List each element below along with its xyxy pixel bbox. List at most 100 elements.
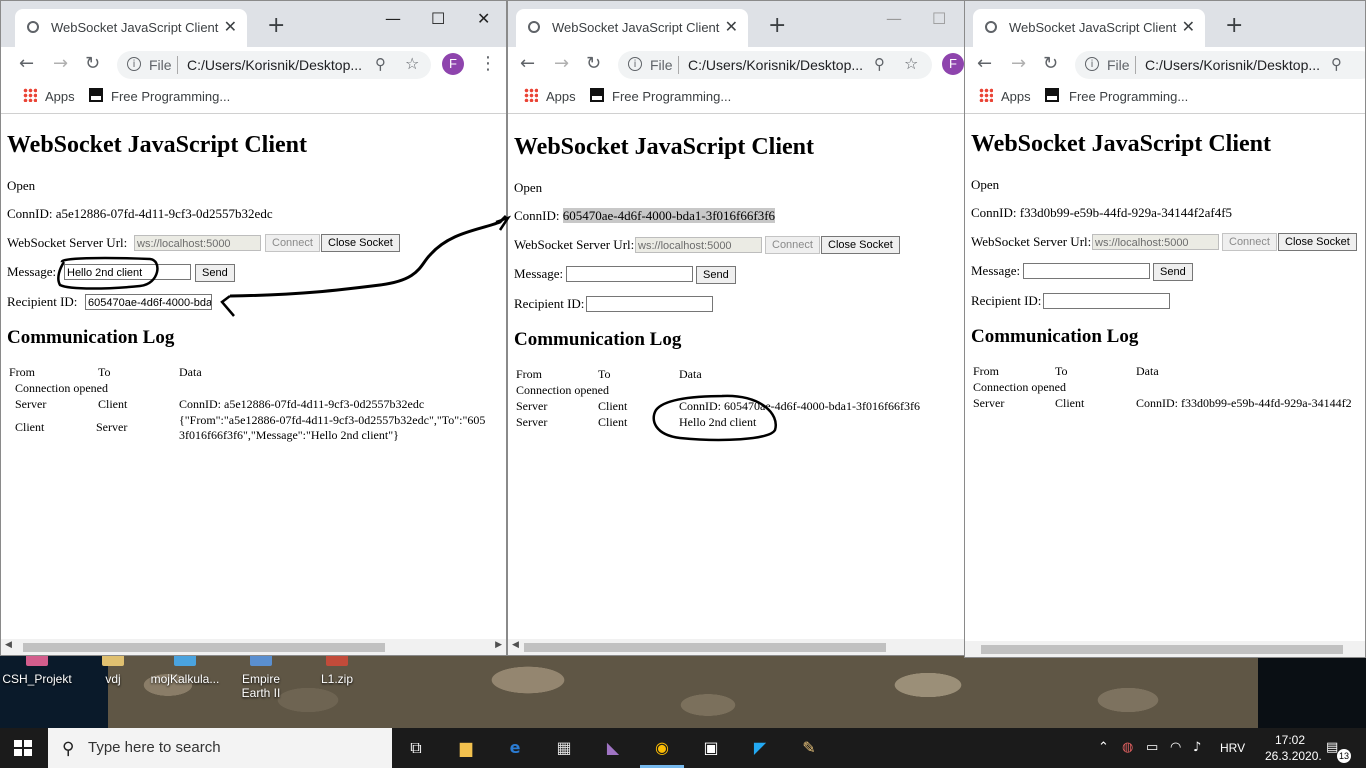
volume-icon[interactable]: ♪ (1193, 740, 1201, 755)
connect-button[interactable]: Connect (765, 236, 820, 254)
desktop-icon-l1-zip[interactable]: L1.zip (302, 652, 372, 686)
system-clock[interactable]: 17:02 26.3.2020. (1265, 732, 1322, 764)
profile-avatar[interactable]: F (942, 53, 964, 75)
scrollbar-thumb[interactable] (23, 643, 385, 652)
language-indicator[interactable]: HRV (1220, 741, 1245, 755)
info-icon[interactable]: i (1085, 57, 1099, 71)
vs-code-icon[interactable]: ◤ (748, 736, 772, 760)
scroll-left-icon[interactable]: ◀ (512, 640, 519, 650)
minimize-icon[interactable]: — (886, 9, 902, 28)
battery-icon[interactable]: ▭ (1146, 740, 1158, 755)
server-url-input[interactable]: ws://localhost:5000 (1092, 234, 1219, 250)
visual-studio-icon[interactable]: ◣ (601, 736, 625, 760)
close-socket-button[interactable]: Close Socket (821, 236, 900, 254)
server-url-input[interactable]: ws://localhost:5000 (134, 235, 261, 251)
scroll-left-icon[interactable]: ◀ (5, 640, 12, 650)
profile-avatar[interactable]: F (442, 53, 464, 75)
message-input[interactable]: Hello 2nd client (64, 264, 191, 280)
zoom-icon[interactable]: ⚲ (874, 55, 885, 73)
zoom-icon[interactable]: ⚲ (375, 55, 386, 73)
browser-tab[interactable]: WebSocket JavaScript Client ✕ (15, 9, 247, 47)
desktop-icon-mojkalkula[interactable]: mojKalkula... (150, 652, 220, 686)
zoom-icon[interactable]: ⚲ (1331, 55, 1342, 73)
bookmark-free-programming[interactable]: Free Programming... (612, 89, 731, 104)
recipient-input[interactable]: 605470ae-4d6f-4000-bda1 (85, 294, 212, 310)
scrollbar-thumb[interactable] (524, 643, 886, 652)
horizontal-scrollbar[interactable]: ◀ (508, 639, 964, 655)
windows-start-icon[interactable] (14, 740, 32, 756)
recipient-input[interactable] (586, 296, 713, 312)
maximize-icon[interactable]: ☐ (431, 9, 445, 28)
bookmark-apps[interactable]: Apps (1001, 89, 1031, 104)
message-input[interactable] (566, 266, 693, 282)
task-view-icon[interactable]: ⧉ (404, 736, 428, 760)
address-bar[interactable]: i File C:/Users/Korisnik/Desktop... ⚲ ☆ (117, 51, 431, 79)
log-row-data: ConnID: f33d0b99-e59b-44fd-929a-34144f2 (1136, 396, 1352, 410)
close-window-icon[interactable]: ✕ (477, 9, 490, 28)
scroll-right-icon[interactable]: ▶ (495, 640, 502, 650)
forward-icon[interactable]: → (1011, 55, 1026, 73)
forward-icon[interactable]: → (53, 55, 68, 73)
close-tab-icon[interactable]: ✕ (725, 17, 738, 36)
desktop-icon-vdj[interactable]: vdj (78, 652, 148, 686)
bookmark-apps[interactable]: Apps (45, 89, 75, 104)
send-button[interactable]: Send (1153, 263, 1193, 281)
store-icon[interactable]: ▦ (552, 736, 576, 760)
connect-button[interactable]: Connect (265, 234, 320, 252)
back-icon[interactable]: ← (520, 55, 535, 73)
taskbar-search[interactable]: ⚲ Type here to search (48, 728, 392, 768)
reload-icon[interactable]: ↻ (1043, 55, 1058, 73)
bookmarks-bar: Apps Free Programming... (508, 83, 964, 114)
url-text: C:/Users/Korisnik/Desktop... (1145, 57, 1321, 73)
scrollbar-thumb[interactable] (981, 645, 1343, 654)
wifi-icon[interactable]: ◠ (1170, 740, 1181, 755)
new-tab-icon[interactable]: + (768, 15, 786, 37)
network-alert-icon[interactable]: ◍ (1122, 740, 1133, 755)
recipient-input[interactable] (1043, 293, 1170, 309)
apps-grid-icon (524, 88, 538, 102)
back-icon[interactable]: ← (977, 55, 992, 73)
maximize-icon[interactable]: ☐ (932, 9, 946, 28)
bookmark-free-programming[interactable]: Free Programming... (111, 89, 230, 104)
info-icon[interactable]: i (127, 57, 141, 71)
browser-tab[interactable]: WebSocket JavaScript Client ✕ (973, 9, 1205, 47)
minimize-icon[interactable]: — (385, 9, 401, 28)
address-bar[interactable]: i File C:/Users/Korisnik/Desktop... ⚲ (1075, 51, 1365, 79)
new-tab-icon[interactable]: + (1225, 15, 1243, 37)
file-scheme-label: File (1107, 57, 1130, 73)
menu-kebab-icon[interactable]: ⋮ (479, 53, 497, 74)
browser-tab[interactable]: WebSocket JavaScript Client ✕ (516, 9, 748, 47)
bookmark-star-icon[interactable]: ☆ (904, 54, 918, 73)
bookmark-apps[interactable]: Apps (546, 89, 576, 104)
back-icon[interactable]: ← (19, 55, 34, 73)
paint-icon[interactable]: ✎ (797, 736, 821, 760)
connect-button[interactable]: Connect (1222, 233, 1277, 251)
taskbar: ⚲ Type here to search ⧉ ▆ e ▦ ◣ ◉ ▣ ◤ ✎ … (0, 728, 1366, 768)
send-button[interactable]: Send (195, 264, 235, 282)
horizontal-scrollbar[interactable] (965, 641, 1365, 657)
reload-icon[interactable]: ↻ (586, 55, 601, 73)
close-tab-icon[interactable]: ✕ (224, 17, 237, 36)
forward-icon[interactable]: → (554, 55, 569, 73)
bookmark-free-programming[interactable]: Free Programming... (1069, 89, 1188, 104)
show-hidden-icons-chevron-icon[interactable]: ⌃ (1098, 740, 1109, 755)
send-button[interactable]: Send (696, 266, 736, 284)
file-explorer-icon[interactable]: ▆ (454, 736, 478, 760)
close-socket-button[interactable]: Close Socket (321, 234, 400, 252)
close-tab-icon[interactable]: ✕ (1182, 17, 1195, 36)
horizontal-scrollbar[interactable]: ◀ ▶ (1, 639, 506, 655)
edge-icon[interactable]: e (503, 736, 527, 760)
message-input[interactable] (1023, 263, 1150, 279)
close-socket-button[interactable]: Close Socket (1278, 233, 1357, 251)
recipient-label: Recipient ID: (7, 294, 78, 309)
info-icon[interactable]: i (628, 57, 642, 71)
desktop-icon-csh-projekt[interactable]: CSH_Projekt (2, 652, 72, 686)
desktop-icon-empire-earth[interactable]: Empire Earth II (226, 652, 296, 700)
app-box-icon[interactable]: ▣ (699, 736, 723, 760)
new-tab-icon[interactable]: + (267, 15, 285, 37)
chrome-icon[interactable]: ◉ (650, 736, 674, 760)
server-url-input[interactable]: ws://localhost:5000 (635, 237, 762, 253)
bookmark-star-icon[interactable]: ☆ (405, 54, 419, 73)
reload-icon[interactable]: ↻ (85, 55, 100, 73)
address-bar[interactable]: i File C:/Users/Korisnik/Desktop... ⚲ ☆ (618, 51, 932, 79)
